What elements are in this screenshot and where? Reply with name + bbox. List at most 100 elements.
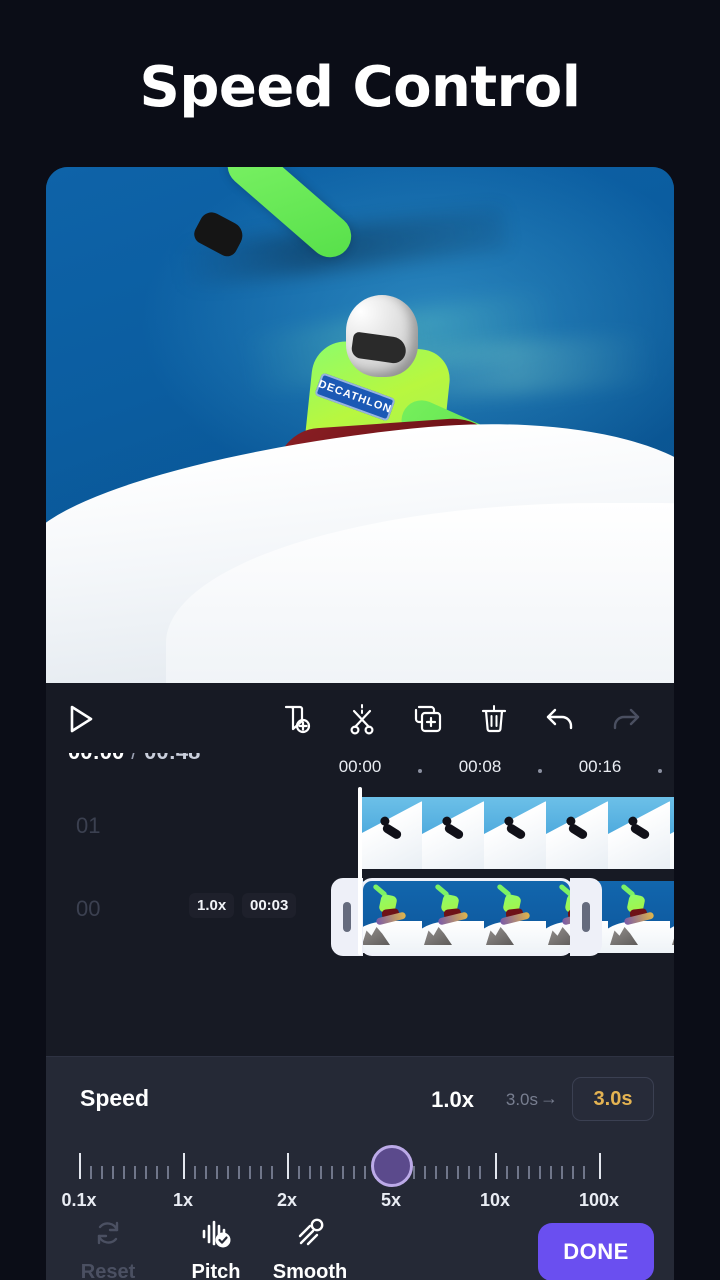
- slider-tick-minor: [145, 1166, 147, 1179]
- timeline-track-01[interactable]: [360, 797, 674, 869]
- thumbnail: [484, 797, 546, 869]
- delete-button[interactable]: [472, 697, 516, 741]
- slider-tick-minor: [435, 1166, 437, 1179]
- ruler-tick-label: 00:16: [578, 757, 622, 776]
- slider-tick-major: [183, 1153, 185, 1179]
- slider-label: 2x: [276, 1190, 298, 1210]
- slider-tick-minor: [331, 1166, 333, 1179]
- slider-tick-minor: [134, 1166, 136, 1179]
- slider-tick-minor: [167, 1166, 169, 1179]
- slider-tick-minor: [194, 1166, 196, 1179]
- play-icon: [70, 705, 93, 733]
- slider-tick-minor: [413, 1166, 415, 1179]
- slider-tick-minor: [479, 1166, 481, 1179]
- speed-label: Speed: [80, 1085, 150, 1111]
- slider-tick-minor: [298, 1166, 300, 1179]
- track-label-01: 01: [76, 813, 101, 838]
- arrow-right-icon: →: [540, 1088, 558, 1108]
- thumbnail: [360, 797, 422, 869]
- redo-button[interactable]: [604, 697, 648, 741]
- undo-button[interactable]: [538, 697, 582, 741]
- playhead[interactable]: [358, 787, 362, 955]
- clip-speed-badge: 1.0x: [189, 893, 235, 918]
- reset-label: Reset: [80, 1261, 136, 1280]
- ruler-tick-label: 00:08: [458, 757, 502, 776]
- reset-icon: [92, 1213, 124, 1253]
- slider-tick-minor: [457, 1166, 459, 1179]
- slider-tick-minor: [572, 1166, 574, 1179]
- reset-button[interactable]: Reset: [66, 1213, 150, 1280]
- slider-tick-major: [599, 1153, 601, 1179]
- slider-tick-minor: [216, 1166, 218, 1179]
- trim-handle-right[interactable]: [570, 878, 602, 956]
- duration-to-chip[interactable]: 3.0s: [572, 1077, 654, 1121]
- thumbnail: [608, 797, 670, 869]
- smooth-icon: [293, 1213, 327, 1253]
- slider-label: 10x: [479, 1190, 511, 1210]
- ruler-dot: [538, 769, 542, 773]
- slider-tick-minor: [424, 1166, 426, 1179]
- duplicate-icon: [414, 705, 442, 733]
- slider-tick-minor: [249, 1166, 251, 1179]
- smooth-label: Smooth: [272, 1261, 348, 1280]
- slider-tick-minor: [468, 1166, 470, 1179]
- timeline[interactable]: 00:00 / 00:48 00:00 00:08 00:16 01 00: [46, 753, 674, 1056]
- ruler-tick-label: 00:00: [338, 757, 382, 776]
- play-button[interactable]: [58, 697, 102, 741]
- thumbnail: [422, 797, 484, 869]
- pitch-button[interactable]: Pitch: [174, 1213, 258, 1280]
- slider-thumb[interactable]: [371, 1145, 413, 1187]
- slider-tick-minor: [156, 1166, 158, 1179]
- selected-clip[interactable]: [331, 878, 602, 956]
- slider-tick-minor: [353, 1166, 355, 1179]
- track-label-00: 00: [76, 896, 101, 921]
- add-clip-icon: [284, 705, 311, 734]
- slider-label: 5x: [380, 1190, 402, 1210]
- video-preview[interactable]: DECATHLON ROUGH: [46, 167, 674, 683]
- slider-tick-minor: [260, 1166, 262, 1179]
- thumbnail: [546, 797, 608, 869]
- slider-tick-minor: [309, 1166, 311, 1179]
- slider-tick-minor: [539, 1166, 541, 1179]
- app-card: DECATHLON ROUGH: [46, 167, 674, 1280]
- slider-tick-major: [495, 1153, 497, 1179]
- app-screen: Speed Control DECATHLON ROUGH: [0, 0, 720, 1280]
- slider-tick-minor: [90, 1166, 92, 1179]
- slider-tick-minor: [446, 1166, 448, 1179]
- slider-tick-minor: [364, 1166, 366, 1179]
- page-title: Speed Control: [139, 55, 581, 120]
- pitch-label: Pitch: [191, 1261, 241, 1280]
- slider-tick-minor: [506, 1166, 508, 1179]
- slider-tick-minor: [342, 1166, 344, 1179]
- slider-tick-minor: [561, 1166, 563, 1179]
- ruler-dot: [658, 769, 662, 773]
- duplicate-button[interactable]: [406, 697, 450, 741]
- editor-toolbar: [46, 683, 674, 753]
- ruler-dot: [418, 769, 422, 773]
- slider-tick-minor: [583, 1166, 585, 1179]
- scissors-icon: [350, 704, 374, 735]
- slider-tick-minor: [550, 1166, 552, 1179]
- rider-helmet: [346, 295, 418, 377]
- undo-icon: [546, 708, 573, 730]
- slider-tick-major: [79, 1153, 81, 1179]
- slider-tick-minor: [320, 1166, 322, 1179]
- timeline-ruler[interactable]: 00:00 00:08 00:16: [46, 753, 674, 787]
- slider-tick-major: [287, 1153, 289, 1179]
- redo-icon: [613, 708, 640, 730]
- slider-tick-minor: [227, 1166, 229, 1179]
- pitch-icon: [199, 1213, 233, 1253]
- split-button[interactable]: [340, 697, 384, 741]
- clip-thumbnails: [360, 797, 674, 869]
- slider-tick-minor: [205, 1166, 207, 1179]
- slider-tick-minor: [112, 1166, 114, 1179]
- done-button[interactable]: DONE: [538, 1223, 654, 1280]
- slider-tick-minor: [123, 1166, 125, 1179]
- add-clip-button[interactable]: [274, 697, 318, 741]
- slider-label: 100x: [578, 1190, 620, 1210]
- smooth-button[interactable]: Smooth: [268, 1213, 352, 1280]
- speed-slider[interactable]: 0.1x 1x 2x 5x 10x 100x: [46, 1141, 674, 1213]
- thumbnail: [670, 797, 674, 869]
- trash-icon: [481, 705, 507, 733]
- slider-label: 0.1x: [61, 1190, 97, 1210]
